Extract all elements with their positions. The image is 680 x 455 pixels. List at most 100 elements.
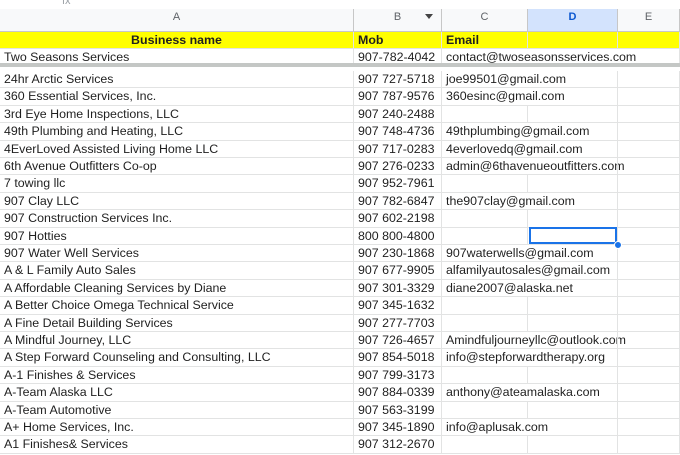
empty-cell[interactable] <box>618 419 680 437</box>
empty-cell[interactable] <box>528 192 618 211</box>
empty-cell[interactable] <box>528 419 618 437</box>
email-cell[interactable]: joe99501@gmail.com <box>442 71 566 89</box>
empty-cell[interactable] <box>528 140 618 158</box>
email-cell[interactable]: anthony@ateamalaska.com <box>442 384 600 402</box>
mob-cell[interactable]: 907 726-4657 <box>354 332 442 350</box>
business-name-cell[interactable]: 360 Essential Services, Inc. <box>0 88 354 106</box>
empty-cell[interactable] <box>618 192 680 211</box>
empty-cell[interactable] <box>528 314 618 332</box>
empty-cell[interactable] <box>618 245 680 263</box>
empty-cell[interactable] <box>618 332 680 350</box>
filter-dropdown-icon[interactable] <box>425 14 433 19</box>
email-cell[interactable]: 907waterwells@gmail.com <box>442 245 594 263</box>
empty-cell[interactable] <box>528 332 618 350</box>
empty-cell[interactable] <box>618 88 680 106</box>
email-cell[interactable]: diane2007@alaska.net <box>442 280 573 298</box>
column-header-d[interactable]: D <box>528 9 618 32</box>
email-cell[interactable]: info@aplusak.com <box>442 419 548 437</box>
column-header-e[interactable]: E <box>618 9 680 32</box>
mob-cell[interactable]: 907 727-5718 <box>354 71 442 89</box>
header-email[interactable]: Email <box>442 32 528 49</box>
business-name-cell[interactable]: A-1 Finishes & Services <box>0 366 354 385</box>
empty-cell[interactable] <box>528 210 618 228</box>
business-name-cell[interactable]: 3rd Eye Home Inspections, LLC <box>0 105 354 124</box>
email-cell[interactable]: admin@6thavenueoutfitters.com <box>442 158 625 176</box>
mob-cell[interactable]: 907 563-3199 <box>354 401 442 419</box>
empty-cell[interactable] <box>618 71 680 89</box>
business-name-cell[interactable]: A-Team Automotive <box>0 401 354 419</box>
business-name-cell[interactable]: 907 Water Well Services <box>0 245 354 263</box>
mob-cell[interactable]: 907 884-0339 <box>354 384 442 402</box>
email-cell[interactable] <box>442 105 528 124</box>
empty-cell[interactable] <box>618 227 680 245</box>
empty-cell[interactable] <box>618 297 680 315</box>
email-cell[interactable]: Amindfuljourneyllc@outlook.com <box>442 332 626 350</box>
selected-cell-outline[interactable] <box>529 227 617 244</box>
business-name-cell[interactable]: A Step Forward Counseling and Consulting… <box>0 349 354 367</box>
empty-cell[interactable] <box>618 384 680 402</box>
empty-cell[interactable] <box>528 279 618 298</box>
empty-cell[interactable] <box>528 175 618 193</box>
empty-cell[interactable] <box>528 436 618 454</box>
email-cell[interactable] <box>442 366 528 385</box>
mob-cell[interactable]: 907 301-3329 <box>354 279 442 298</box>
email-cell[interactable]: 4everlovedq@gmail.com <box>442 141 583 158</box>
email-cell[interactable]: alfamilyautosales@gmail.com <box>442 262 610 280</box>
column-header-b[interactable]: B <box>354 9 442 32</box>
email-cell[interactable] <box>442 175 528 193</box>
business-name-cell[interactable]: 907 Hotties <box>0 227 354 245</box>
empty-cell[interactable] <box>528 158 618 176</box>
empty-cell[interactable] <box>618 210 680 228</box>
mob-cell[interactable]: 907 345-1890 <box>354 419 442 437</box>
email-cell[interactable] <box>442 436 528 454</box>
mob-cell[interactable]: 907 799-3173 <box>354 366 442 385</box>
empty-cell[interactable] <box>618 279 680 298</box>
business-name-cell[interactable]: 4EverLoved Assisted Living Home LLC <box>0 140 354 158</box>
business-name-cell[interactable]: 907 Construction Services Inc. <box>0 210 354 228</box>
mob-cell[interactable]: 907 230-1868 <box>354 245 442 263</box>
mob-cell[interactable]: 907 854-5018 <box>354 349 442 367</box>
email-cell[interactable] <box>442 314 528 332</box>
mob-cell[interactable]: 907 602-2198 <box>354 210 442 228</box>
empty-cell[interactable] <box>618 140 680 158</box>
empty-cell[interactable] <box>528 366 618 385</box>
business-name-cell[interactable]: A+ Home Services, Inc. <box>0 419 354 437</box>
header-empty-e[interactable] <box>618 32 680 49</box>
business-name-cell[interactable]: A Affordable Cleaning Services by Diane <box>0 279 354 298</box>
email-cell[interactable]: info@stepforwardtherapy.org <box>442 349 605 367</box>
empty-cell[interactable] <box>528 262 618 280</box>
mob-cell[interactable]: 907 677-9905 <box>354 262 442 280</box>
column-header-a[interactable]: A <box>0 9 354 32</box>
email-cell[interactable]: 360esinc@gmail.com <box>442 88 565 106</box>
header-mob[interactable]: Mob <box>354 32 442 49</box>
business-name-cell[interactable]: A1 Finishes& Services <box>0 436 354 454</box>
empty-cell[interactable] <box>528 384 618 402</box>
business-name-cell[interactable]: 24hr Arctic Services <box>0 71 354 89</box>
business-name-cell[interactable]: 7 towing llc <box>0 175 354 193</box>
header-empty-d[interactable] <box>528 32 618 49</box>
mob-cell[interactable]: 907 277-7703 <box>354 314 442 332</box>
empty-cell[interactable] <box>528 88 618 106</box>
mob-cell[interactable]: 907 312-2670 <box>354 436 442 454</box>
empty-cell[interactable] <box>528 71 618 89</box>
empty-cell[interactable] <box>618 105 680 124</box>
email-cell[interactable]: the907clay@gmail.com <box>442 193 575 211</box>
mob-cell[interactable]: 907 276-0233 <box>354 158 442 176</box>
business-name-cell[interactable]: A-Team Alaska LLC <box>0 384 354 402</box>
empty-cell[interactable] <box>618 349 680 367</box>
empty-cell[interactable] <box>618 401 680 419</box>
empty-cell[interactable] <box>618 158 680 176</box>
empty-cell[interactable] <box>528 297 618 315</box>
empty-cell[interactable] <box>618 436 680 454</box>
empty-cell[interactable] <box>528 105 618 124</box>
business-name-cell[interactable]: 49th Plumbing and Heating, LLC <box>0 123 354 141</box>
mob-cell[interactable]: 907 782-6847 <box>354 192 442 211</box>
business-name-cell[interactable]: A Better Choice Omega Technical Service <box>0 297 354 315</box>
email-cell[interactable]: 49thplumbing@gmail.com <box>442 123 589 141</box>
empty-cell[interactable] <box>528 401 618 419</box>
header-business-name[interactable]: Business name <box>0 32 354 49</box>
empty-cell[interactable] <box>618 262 680 280</box>
empty-cell[interactable] <box>618 366 680 385</box>
email-cell[interactable] <box>442 401 528 419</box>
business-name-cell[interactable]: A & L Family Auto Sales <box>0 262 354 280</box>
